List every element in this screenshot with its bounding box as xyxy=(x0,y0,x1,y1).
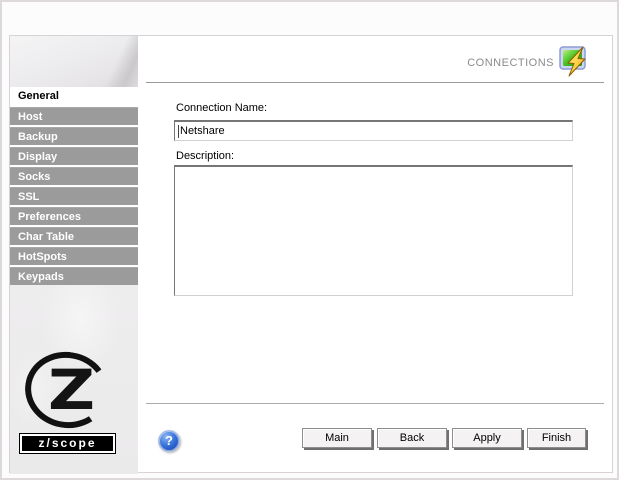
connection-name-value: Netshare xyxy=(180,125,225,137)
footer-divider xyxy=(146,403,604,404)
sidebar-item-preferences[interactable]: Preferences xyxy=(10,207,138,225)
back-button[interactable]: Back xyxy=(377,428,447,448)
text-caret xyxy=(178,124,179,138)
sidebar-nav: General Host Backup Display Socks SSL Pr… xyxy=(10,87,138,287)
sidebar-item-keypads[interactable]: Keypads xyxy=(10,267,138,285)
zscope-logo-wordmark: z/scope xyxy=(19,433,116,454)
help-icon[interactable]: ? xyxy=(158,430,180,452)
sidebar-item-display[interactable]: Display xyxy=(10,147,138,165)
sidebar-texture xyxy=(10,36,138,87)
header-divider xyxy=(146,82,604,83)
connection-name-input[interactable]: Netshare xyxy=(174,120,573,141)
zscope-settings-window: General Host Backup Display Socks SSL Pr… xyxy=(0,0,619,480)
sidebar: General Host Backup Display Socks SSL Pr… xyxy=(10,36,138,474)
sidebar-item-char-table[interactable]: Char Table xyxy=(10,227,138,245)
sidebar-item-hotspots[interactable]: HotSpots xyxy=(10,247,138,265)
apply-button[interactable]: Apply xyxy=(452,428,522,448)
section-title: CONNECTIONS xyxy=(467,57,554,69)
description-label: Description: xyxy=(176,150,235,162)
description-textarea[interactable] xyxy=(174,165,573,296)
sidebar-logo-area: Z z/scope xyxy=(10,285,138,474)
connection-name-label: Connection Name: xyxy=(176,102,268,114)
settings-panel: General Host Backup Display Socks SSL Pr… xyxy=(9,35,613,474)
zscope-logo-letter: Z xyxy=(48,358,96,422)
sidebar-item-ssl[interactable]: SSL xyxy=(10,187,138,205)
finish-button[interactable]: Finish xyxy=(527,428,586,448)
sidebar-item-backup[interactable]: Backup xyxy=(10,127,138,145)
main-button[interactable]: Main xyxy=(302,428,372,448)
sidebar-item-general[interactable]: General xyxy=(10,87,138,105)
sidebar-item-socks[interactable]: Socks xyxy=(10,167,138,185)
connections-monitor-lightning-icon xyxy=(559,46,593,78)
sidebar-item-host[interactable]: Host xyxy=(10,107,138,125)
